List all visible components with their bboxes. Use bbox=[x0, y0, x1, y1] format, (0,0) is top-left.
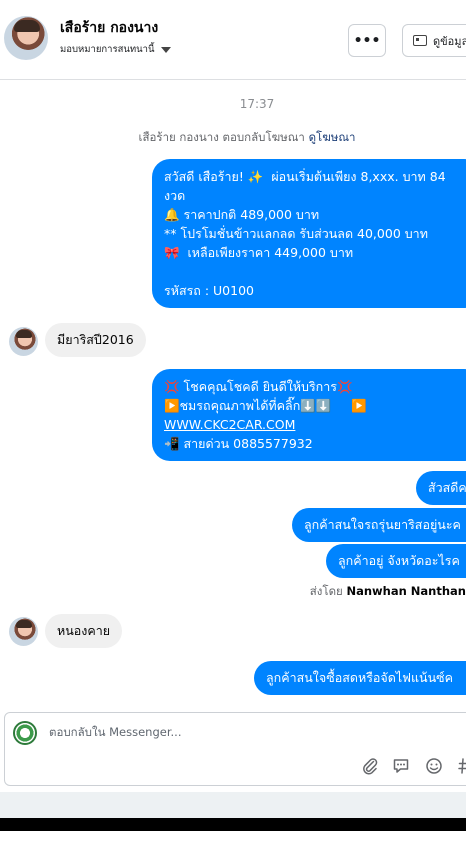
message-line: ** โปรโมชั่นข้าวแลกลด รับส่วนลด 40,000 บ… bbox=[164, 226, 428, 241]
more-options-button[interactable]: ••• bbox=[348, 24, 386, 57]
outgoing-message[interactable]: สัวสดีค bbox=[416, 471, 466, 505]
outgoing-message[interactable]: สวัสดี เสือร้าย! ✨ ผ่อนเริ่มต้นเพียง 8,x… bbox=[152, 159, 466, 308]
message-thread[interactable]: 17:37 เสือร้าย กองนาง ตอบกลับโฆษณา ดูโฆษ… bbox=[0, 81, 466, 711]
view-ad-link[interactable]: ดูโฆษณา bbox=[309, 130, 356, 144]
sent-by-prefix: ส่งโดย bbox=[309, 584, 343, 598]
ad-reply-note: เสือร้าย กองนาง ตอบกลับโฆษณา ดูโฆษณา bbox=[0, 129, 466, 147]
message-line: 📲 สายด่วน 0885577932 bbox=[164, 436, 313, 451]
saved-reply-icon[interactable] bbox=[392, 757, 410, 775]
outgoing-message[interactable]: ลูกค้าสนใจรถรุ่นยาริสอยู่นะค bbox=[292, 508, 466, 542]
message-line bbox=[164, 262, 466, 281]
incoming-message[interactable]: มียาริสปี2016 bbox=[45, 323, 146, 357]
message-line: งวด bbox=[164, 188, 186, 203]
conversation-header: เสือร้าย กองนาง มอบหมายการสนทนานี้ ••• ด… bbox=[0, 0, 466, 80]
reply-input[interactable] bbox=[49, 725, 429, 739]
incoming-message[interactable]: หนองคาย bbox=[45, 614, 123, 648]
outgoing-message[interactable]: ลูกค้าอยู่ จังหวัดอะไรค bbox=[326, 544, 466, 578]
assign-label: มอบหมายการสนทนานี้ bbox=[60, 44, 155, 55]
view-info-button[interactable]: ดูข้อมูล bbox=[402, 24, 466, 57]
page-logo bbox=[13, 721, 37, 745]
ad-reply-text: เสือร้าย กองนาง ตอบกลับโฆษณา bbox=[138, 130, 305, 144]
message-line: รหัสรถ : U0100 bbox=[164, 283, 254, 298]
message-line: สวัสดี เสือร้าย! ✨ ผ่อนเริ่มต้นเพียง 8,x… bbox=[164, 169, 446, 184]
contact-avatar[interactable] bbox=[4, 16, 48, 60]
message-timestamp: 17:37 bbox=[239, 97, 275, 111]
contact-name[interactable]: เสือร้าย กองนาง bbox=[60, 17, 158, 39]
message-line: 🎀 เหลือเพียงราคา 449,000 บาท bbox=[164, 245, 354, 260]
contact-avatar-small bbox=[9, 617, 38, 646]
taskbar bbox=[0, 818, 466, 845]
emoji-icon[interactable] bbox=[425, 757, 443, 775]
contact-avatar-small bbox=[9, 327, 38, 356]
contact-card-icon bbox=[413, 35, 427, 46]
caret-down-icon bbox=[160, 46, 171, 53]
messenger-inbox-app: เสือร้าย กองนาง มอบหมายการสนทนานี้ ••• ด… bbox=[0, 0, 466, 845]
message-line: 🔔 ราคาปกติ 489,000 บาท bbox=[164, 207, 320, 222]
outgoing-message[interactable]: ลูกค้าสนใจซื้อสดหรือจัดไฟแน้นซ์ค bbox=[254, 661, 466, 695]
attachment-icon[interactable] bbox=[361, 757, 379, 775]
assign-conversation-dropdown[interactable]: มอบหมายการสนทนานี้ bbox=[60, 42, 171, 57]
outgoing-message[interactable]: 💢 โชคคุณโชคดี ยินดีให้บริการ💢 ▶️ชมรถคุณภ… bbox=[152, 369, 466, 461]
hashtag-icon[interactable] bbox=[457, 757, 466, 775]
footer-strip bbox=[0, 792, 466, 818]
sent-by-name: Nanwhan Nanthan bbox=[346, 584, 466, 598]
message-link[interactable]: WWW.CKC2CAR.COM bbox=[164, 415, 466, 434]
reply-composer bbox=[4, 712, 466, 786]
view-info-label: ดูข้อมูล bbox=[433, 34, 466, 48]
message-line: ▶️ชมรถคุณภาพได้ที่คลิ๊ก⬇️⬇️ ▶️ bbox=[164, 398, 367, 413]
message-line: 💢 โชคคุณโชคดี ยินดีให้บริการ💢 bbox=[164, 379, 353, 394]
sent-by-label: ส่งโดย Nanwhan Nanthan bbox=[310, 583, 466, 601]
